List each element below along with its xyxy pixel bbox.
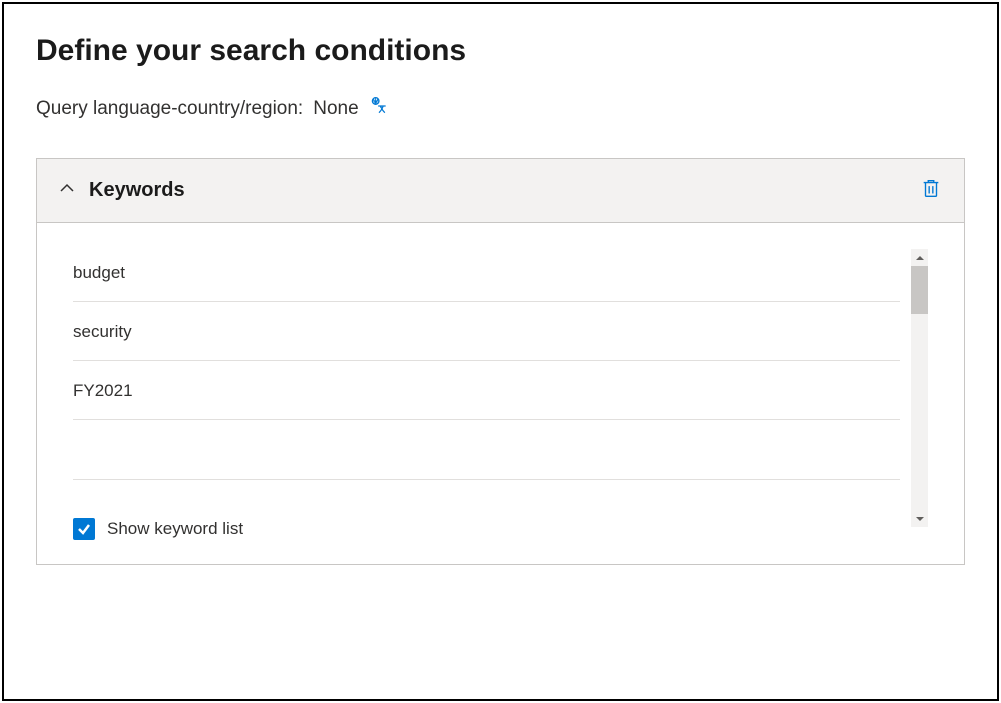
translate-icon[interactable] — [369, 96, 389, 122]
scroll-down-arrow-icon[interactable] — [911, 510, 928, 527]
delete-icon[interactable] — [920, 177, 942, 204]
query-language-value: None — [313, 98, 358, 120]
keyword-item[interactable]: FY2021 — [73, 361, 900, 420]
keywords-card: Keywords budget security FY2021 — [36, 158, 965, 565]
query-language-row: Query language-country/region: None — [36, 96, 965, 122]
keyword-item[interactable]: security — [73, 302, 900, 361]
page-frame: Define your search conditions Query lang… — [2, 2, 999, 701]
keywords-card-header[interactable]: Keywords — [37, 159, 964, 223]
show-keyword-list-option[interactable]: Show keyword list — [73, 518, 928, 540]
scroll-up-arrow-icon[interactable] — [911, 249, 928, 266]
keywords-card-body: budget security FY2021 — [37, 223, 964, 564]
keyword-item-empty[interactable] — [73, 420, 900, 480]
scrollbar[interactable] — [911, 249, 928, 527]
keywords-card-title: Keywords — [89, 179, 906, 202]
keyword-list: budget security FY2021 — [73, 243, 900, 480]
chevron-up-icon — [59, 180, 75, 201]
page-title: Define your search conditions — [36, 34, 965, 68]
keyword-item[interactable]: budget — [73, 243, 900, 302]
scroll-thumb[interactable] — [911, 266, 928, 314]
show-keyword-list-label: Show keyword list — [107, 519, 243, 539]
query-language-label: Query language-country/region: — [36, 98, 303, 120]
show-keyword-list-checkbox[interactable] — [73, 518, 95, 540]
